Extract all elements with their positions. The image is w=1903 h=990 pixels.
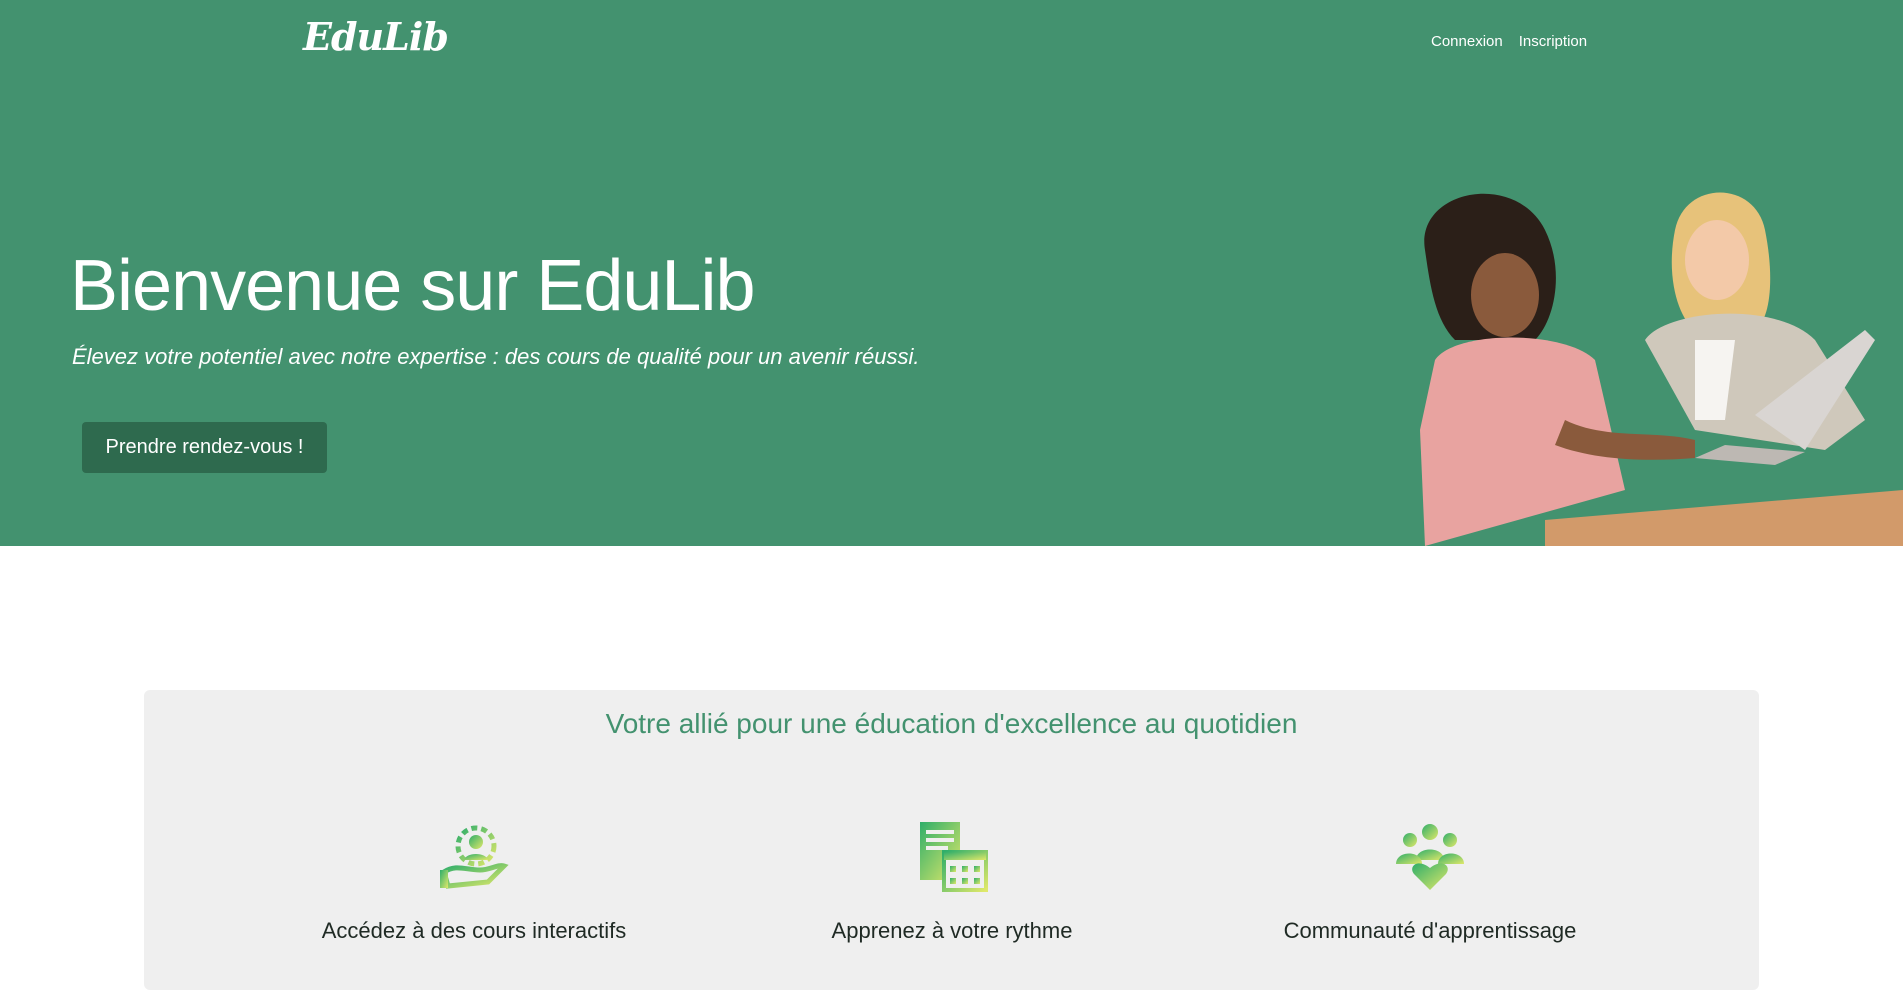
nav-link-inscription[interactable]: Inscription xyxy=(1519,33,1587,50)
features-panel: Votre allié pour une éducation d'excelle… xyxy=(144,690,1759,990)
nav-link-connexion[interactable]: Connexion xyxy=(1431,33,1503,50)
hero-section: EduLib Connexion Inscription Bienvenue s… xyxy=(0,0,1903,546)
teacher-gear-hand-icon xyxy=(440,825,509,889)
calendar-documents-icon xyxy=(920,822,988,892)
feature-own-pace: Apprenez à votre rythme xyxy=(702,820,1202,944)
feature-label: Accédez à des cours interactifs xyxy=(321,918,627,943)
hero-title: Bienvenue sur EduLib xyxy=(70,246,755,326)
navbar: EduLib Connexion Inscription xyxy=(0,0,1903,84)
site-logo[interactable]: EduLib xyxy=(303,14,449,59)
feature-label: Communauté d'apprentissage xyxy=(1283,918,1577,943)
hero-photo xyxy=(1420,192,1903,546)
community-heart-icon xyxy=(1396,824,1464,890)
feature-interactive-courses: Accédez à des cours interactifs xyxy=(224,820,724,944)
feature-label: Apprenez à votre rythme xyxy=(831,918,1073,943)
hero-subtitle: Élevez votre potentiel avec notre expert… xyxy=(72,344,920,369)
appointment-button[interactable]: Prendre rendez-vous ! xyxy=(82,422,327,473)
nav-links: Connexion Inscription xyxy=(1431,33,1587,50)
features-title: Votre allié pour une éducation d'excelle… xyxy=(605,708,1298,739)
feature-community: Communauté d'apprentissage xyxy=(1180,820,1680,944)
